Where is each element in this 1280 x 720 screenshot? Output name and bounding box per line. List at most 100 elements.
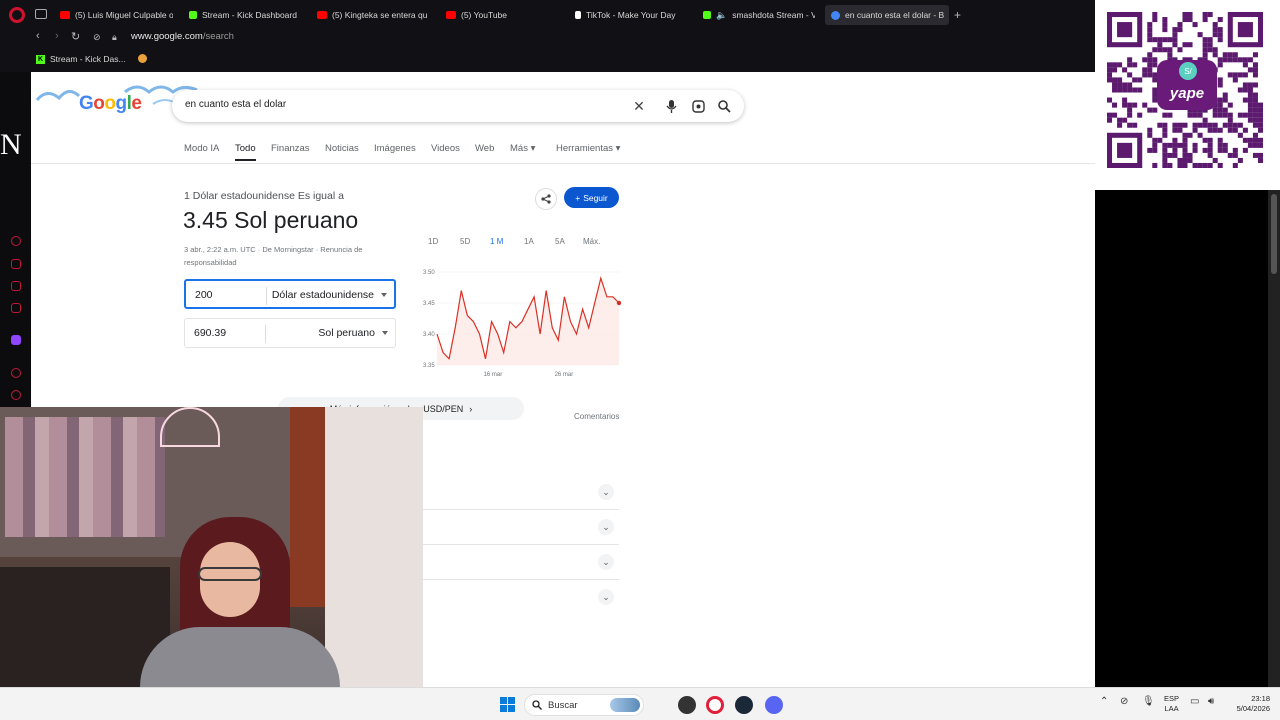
field-separator: [265, 325, 266, 343]
exchange-rate-chart[interactable]: 3.50 3.45 3.40 3.35 16 mar 26 mar: [401, 262, 621, 382]
range-5d[interactable]: 5D: [460, 237, 470, 246]
taskbar-app-icon[interactable]: [678, 696, 696, 714]
tab-noticias[interactable]: Noticias: [325, 143, 359, 154]
tab-finanzas[interactable]: Finanzas: [271, 143, 310, 154]
tab-imagenes[interactable]: Imágenes: [374, 143, 416, 154]
tab-smashdota[interactable]: 🔈 smashdota Stream - V: [703, 6, 815, 24]
tray-mic-icon[interactable]: 🎙︎: [1142, 696, 1155, 707]
dropdown-arrow-icon[interactable]: [382, 331, 388, 335]
taskbar-steam-icon[interactable]: [735, 696, 753, 714]
amount-input-box[interactable]: 200 Dólar estadounidense: [184, 279, 396, 309]
tab-tiktok[interactable]: TikTok - Make Your Day: [575, 6, 685, 24]
tab-bar: (5) Luis Miguel Culpable o Stream - Kick…: [0, 0, 1095, 30]
x-tick-label: 16 mar: [484, 372, 503, 378]
share-icon: [541, 194, 551, 204]
tray-chevron-icon[interactable]: ⌃: [1100, 696, 1108, 707]
range-1d[interactable]: 1D: [428, 237, 438, 246]
lens-icon[interactable]: [690, 98, 706, 114]
google-logo[interactable]: Google: [79, 93, 142, 115]
page-scrollbar[interactable]: [1268, 190, 1280, 687]
room-posters: [5, 417, 165, 537]
opera-sidebar: N: [0, 72, 31, 412]
tab-herramientas[interactable]: Herramientas ▾: [556, 143, 620, 154]
sidebar-player-icon[interactable]: [11, 368, 21, 378]
sidebar-twitch-icon[interactable]: [11, 335, 21, 345]
microphone-icon[interactable]: [663, 98, 679, 114]
chevron-right-icon: ›: [469, 403, 473, 414]
share-button[interactable]: [535, 188, 557, 210]
faq-item[interactable]: ⌄: [423, 545, 619, 580]
tab-mas[interactable]: Más ▾: [510, 143, 535, 154]
lock-icon[interactable]: 🔒︎: [112, 32, 117, 43]
new-tab-button[interactable]: +: [954, 8, 961, 22]
opera-logo-icon[interactable]: [9, 7, 25, 23]
vpn-icon[interactable]: ⊘: [93, 32, 101, 43]
tray-network-off-icon[interactable]: ⊘: [1120, 696, 1128, 707]
browser-chrome: (5) Luis Miguel Culpable o Stream - Kick…: [0, 0, 1095, 72]
comments-link[interactable]: Comentarios: [574, 412, 619, 421]
range-1m[interactable]: 1 M: [490, 237, 503, 246]
search-box[interactable]: en cuanto esta el dolar ✕: [172, 90, 744, 122]
faq-item[interactable]: ⌄: [423, 510, 619, 545]
taskbar-discord-icon[interactable]: [765, 696, 783, 714]
speaker-icon: 🔈: [716, 9, 728, 20]
search-input[interactable]: en cuanto esta el dolar: [185, 99, 286, 110]
taskbar-search[interactable]: Buscar: [524, 694, 644, 716]
sidebar-aria-icon[interactable]: [11, 236, 21, 246]
back-icon[interactable]: ‹: [36, 30, 40, 42]
taskbar-clock[interactable]: 23:18 5/04/2026: [1226, 694, 1270, 714]
screen: (5) Luis Miguel Culpable o Stream - Kick…: [0, 0, 1280, 720]
x-tick-label: 26 mar: [555, 372, 574, 378]
reload-icon[interactable]: ↻: [71, 30, 80, 43]
tab-todo[interactable]: Todo: [235, 143, 256, 161]
sidebar-bag-icon[interactable]: [11, 259, 21, 269]
result-amount[interactable]: 690.39: [194, 327, 226, 339]
faq-item[interactable]: ⌄: [423, 475, 619, 510]
result-box[interactable]: 690.39 Sol peruano: [184, 318, 396, 348]
tab-kingteka[interactable]: (5) Kingteka se entera qu: [317, 6, 431, 24]
forward-icon[interactable]: ›: [55, 30, 59, 42]
sidebar-letter: N: [0, 128, 22, 161]
y-tick-label: 3.40: [423, 332, 435, 338]
sidebar-messenger-icon[interactable]: [11, 303, 21, 313]
chart-last-point[interactable]: [616, 300, 621, 306]
dropdown-arrow-icon[interactable]: [381, 293, 387, 297]
tab-google-search-active[interactable]: en cuanto esta el dolar - B: [825, 5, 949, 25]
chevron-down-icon[interactable]: ⌄: [598, 484, 614, 500]
tab-modo-ia[interactable]: Modo IA: [184, 143, 219, 154]
from-currency-select[interactable]: Dólar estadounidense: [272, 289, 374, 301]
windows-start-icon[interactable]: [500, 697, 515, 712]
tab-kick-dashboard[interactable]: Stream - Kick Dashboard: [189, 6, 304, 24]
bookmark-icon[interactable]: [138, 54, 147, 63]
clear-icon[interactable]: ✕: [631, 98, 647, 114]
chevron-down-icon[interactable]: ⌄: [598, 554, 614, 570]
taskbar-opera-icon[interactable]: [706, 696, 724, 714]
plus-icon: +: [575, 192, 581, 203]
chevron-down-icon[interactable]: ⌄: [598, 589, 614, 605]
nav-divider: [31, 163, 1095, 164]
url-field[interactable]: www.google.com/search: [131, 31, 234, 42]
tab-youtube[interactable]: (5) YouTube: [446, 6, 556, 24]
tab-videos[interactable]: Videos: [431, 143, 460, 154]
sidebar-history-icon[interactable]: [11, 390, 21, 400]
tray-volume-icon[interactable]: 🔊︎: [1208, 696, 1214, 707]
follow-button[interactable]: + Seguir: [564, 187, 619, 208]
exchange-rate: 3.45 Sol peruano: [183, 207, 359, 233]
faq-item[interactable]: ⌄: [423, 580, 619, 615]
sidebar-chat-icon[interactable]: [11, 281, 21, 291]
bookmark-kick-stream[interactable]: K Stream - Kick Das...: [36, 54, 126, 64]
scrollbar-thumb[interactable]: [1271, 194, 1277, 274]
tab-web[interactable]: Web: [475, 143, 494, 154]
tab-overview-icon[interactable]: [35, 9, 47, 19]
range-1a[interactable]: 1A: [524, 237, 534, 246]
tab-luis-miguel[interactable]: (5) Luis Miguel Culpable o: [60, 6, 173, 24]
chevron-down-icon[interactable]: ⌄: [598, 519, 614, 535]
search-icon[interactable]: [716, 98, 732, 114]
amount-input[interactable]: 200: [195, 289, 213, 301]
range-5a[interactable]: 5A: [555, 237, 565, 246]
youtube-icon: [446, 11, 456, 19]
tray-monitor-icon[interactable]: ▭: [1190, 696, 1199, 707]
range-max[interactable]: Máx.: [583, 237, 600, 246]
language-indicator[interactable]: ESP LAA: [1164, 694, 1179, 714]
to-currency-select[interactable]: Sol peruano: [318, 327, 375, 339]
